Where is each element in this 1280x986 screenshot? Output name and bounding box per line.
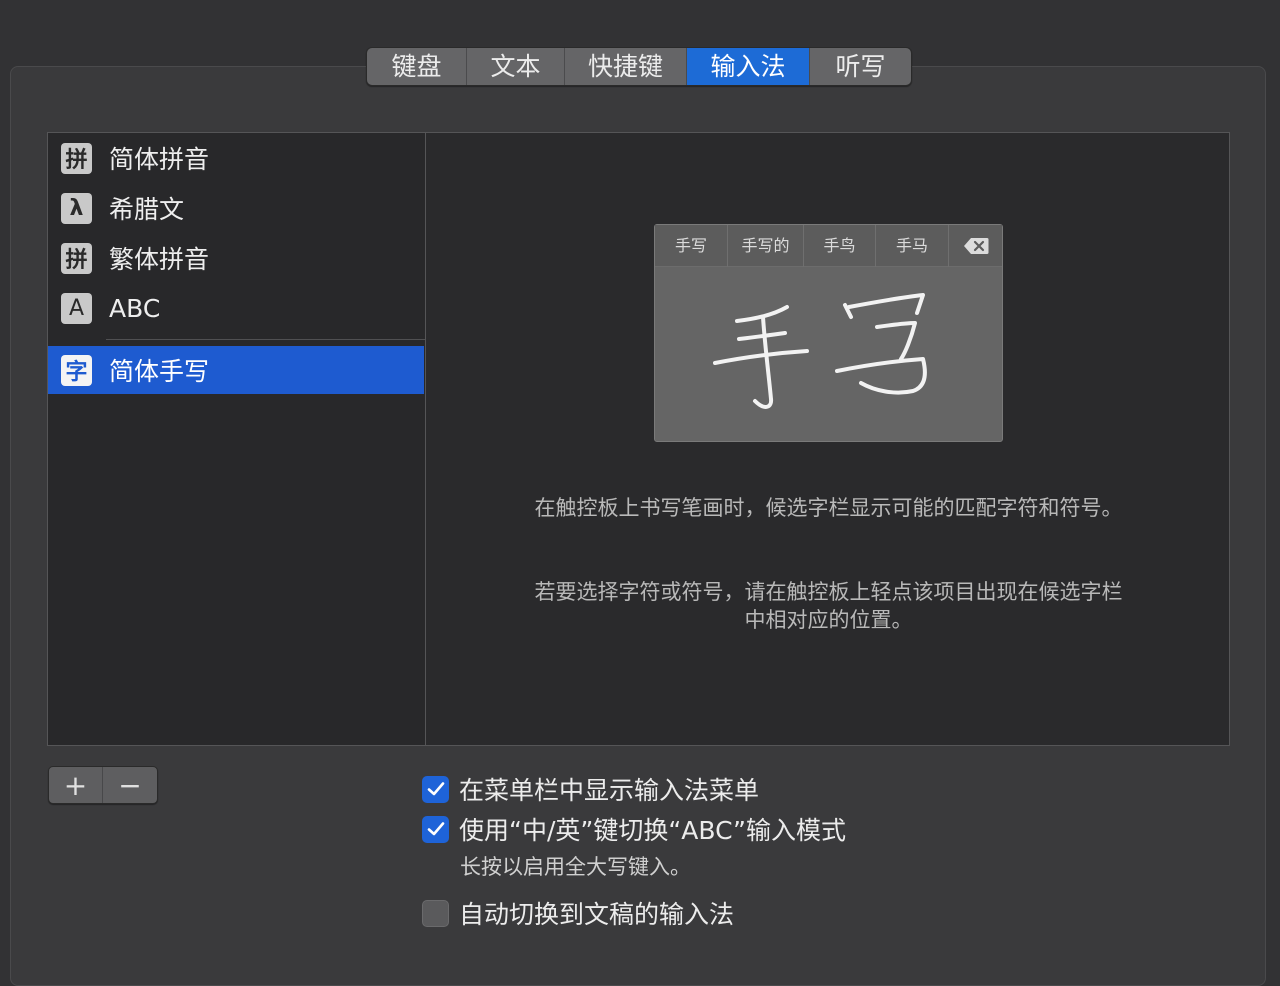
tab-text[interactable]: 文本 [467, 48, 565, 85]
input-source-detail: 手写 手写的 手鸟 手马 在触控板上书写笔画时，候选字栏显示可能的匹配字符和符号… [425, 132, 1230, 746]
input-source-label: 简体手写 [109, 357, 210, 386]
checkmark-icon [427, 822, 444, 836]
handwriting-strokes-image [713, 293, 927, 409]
add-input-source-button[interactable]: + [49, 767, 103, 803]
input-source-label: 希腊文 [109, 195, 185, 224]
input-source-simplified-handwriting[interactable]: 字 简体手写 [48, 346, 424, 394]
show-menu-checkbox[interactable] [422, 775, 449, 803]
candidate-item: 手写的 [728, 225, 804, 267]
add-remove-control: + − [48, 766, 158, 804]
candidate-item: 手鸟 [804, 225, 876, 267]
auto-switch-checkbox[interactable] [422, 899, 449, 927]
lambda-badge-icon: λ [61, 192, 92, 224]
pinyin-badge-icon: 拼 [61, 142, 92, 174]
tab-dictation[interactable]: 听写 [810, 48, 911, 85]
candidate-bar: 手写 手写的 手鸟 手马 [655, 225, 1002, 267]
use-key-checkbox[interactable] [422, 815, 449, 843]
delete-backward-icon [949, 225, 1002, 266]
candidate-item: 手马 [876, 225, 949, 267]
input-source-label: 简体拼音 [109, 145, 210, 174]
use-key-label: 使用“中/英”键切换“ABC”输入模式 [459, 816, 846, 845]
tab-input-sources[interactable]: 输入法 [687, 48, 810, 85]
tab-shortcuts[interactable]: 快捷键 [565, 48, 687, 85]
show-menu-label: 在菜单栏中显示输入法菜单 [459, 776, 760, 805]
handwriting-description-1: 在触控板上书写笔画时，候选字栏显示可能的匹配字符和符号。 [534, 496, 1123, 520]
tab-bar: 键盘 文本 快捷键 输入法 听写 [366, 47, 912, 86]
remove-input-source-button[interactable]: − [103, 767, 157, 803]
use-key-note: 长按以启用全大写键入。 [460, 855, 691, 879]
input-source-traditional-pinyin[interactable]: 拼 繁体拼音 [48, 234, 424, 282]
handwriting-description-2: 若要选择字符或符号，请在触控板上轻点该项目出现在候选字栏中相对应的位置。 [534, 580, 1123, 632]
option-auto-switch[interactable]: 自动切换到文稿的输入法 [422, 895, 734, 931]
candidate-item: 手写 [655, 225, 728, 267]
input-source-label: ABC [109, 293, 161, 323]
input-source-abc[interactable]: A ABC [48, 284, 424, 332]
list-separator [106, 339, 463, 340]
input-source-simplified-pinyin[interactable]: 拼 简体拼音 [48, 134, 424, 182]
input-source-greek[interactable]: λ 希腊文 [48, 184, 424, 232]
handwriting-badge-icon: 字 [61, 354, 92, 386]
input-source-label: 繁体拼音 [109, 245, 210, 274]
handwriting-preview: 手写 手写的 手鸟 手马 [654, 224, 1003, 442]
abc-badge-icon: A [61, 292, 92, 324]
option-use-key[interactable]: 使用“中/英”键切换“ABC”输入模式 [422, 811, 846, 847]
input-source-list: 拼 简体拼音 λ 希腊文 拼 繁体拼音 A ABC 字 简体手写 [47, 132, 463, 746]
checkmark-icon [427, 782, 444, 796]
option-show-menu[interactable]: 在菜单栏中显示输入法菜单 [422, 771, 759, 807]
tab-keyboard[interactable]: 键盘 [367, 48, 467, 85]
pinyin-badge-icon: 拼 [61, 242, 92, 274]
auto-switch-label: 自动切换到文稿的输入法 [459, 900, 735, 929]
